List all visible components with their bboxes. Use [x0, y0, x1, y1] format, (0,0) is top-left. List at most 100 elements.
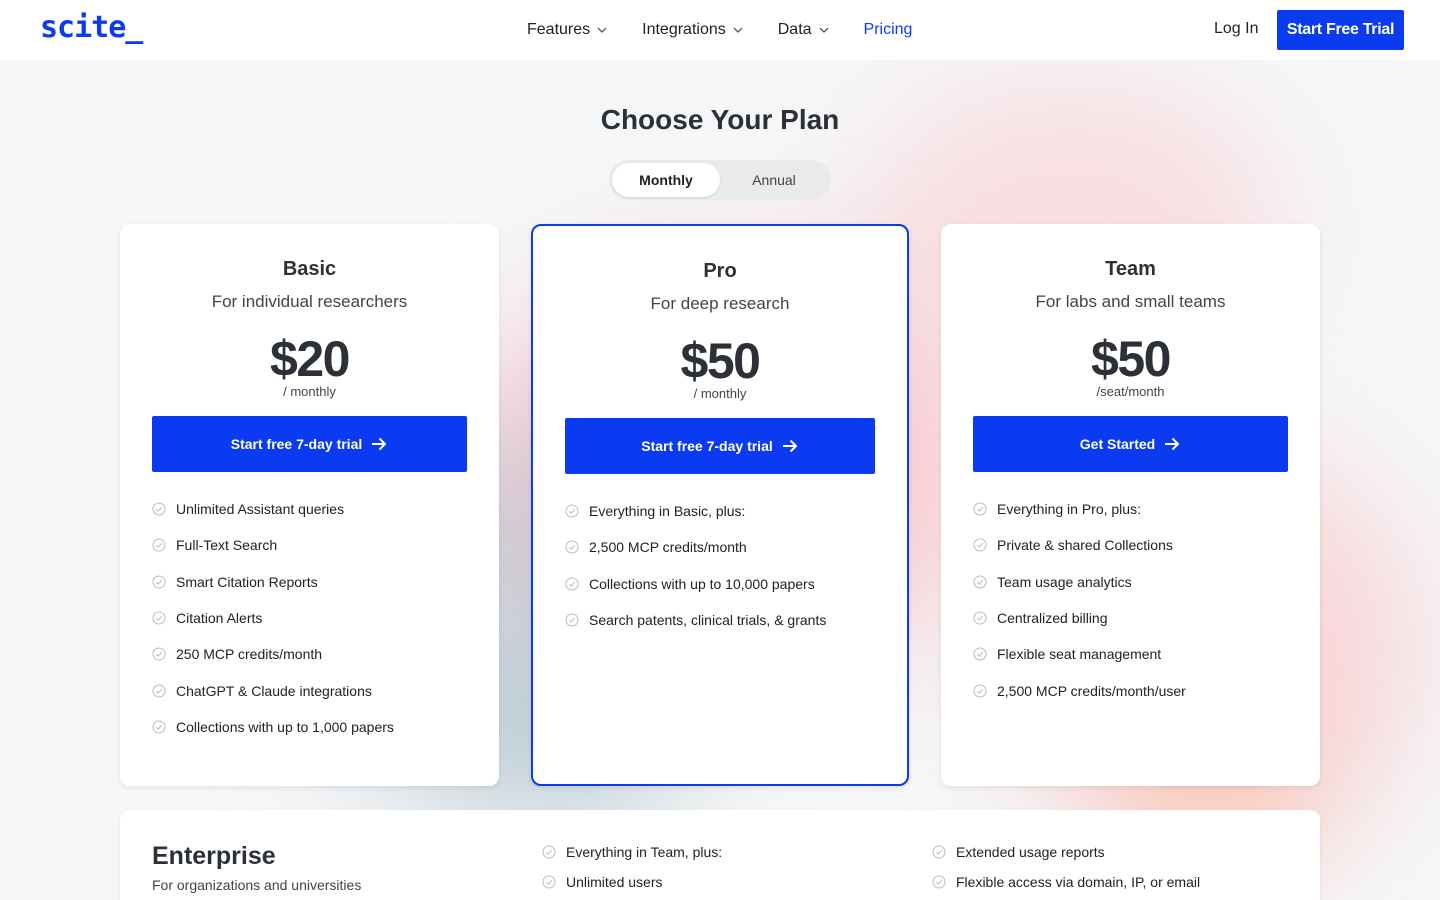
plan-name: Pro: [703, 260, 737, 282]
feature-label: Everything in Basic, plus:: [589, 503, 746, 520]
feature-item: Unlimited Assistant queries: [152, 491, 394, 527]
feature-label: Collections with up to 1,000 papers: [176, 718, 394, 735]
check-circle-icon: [973, 502, 987, 516]
check-circle-icon: [565, 613, 579, 627]
plan-subtitle: For deep research: [650, 294, 790, 313]
check-circle-icon: [565, 540, 579, 554]
arrow-right-icon: [372, 437, 387, 451]
feature-label: 250 MCP credits/month: [176, 646, 323, 663]
check-circle-icon: [152, 647, 166, 661]
plan-price: $50: [1091, 331, 1171, 387]
feature-item: 250 MCP credits/month: [152, 636, 394, 672]
nav-data[interactable]: Data: [778, 21, 830, 39]
check-circle-icon: [932, 875, 946, 889]
feature-label: Team usage analytics: [997, 573, 1132, 590]
check-circle-icon: [565, 504, 579, 518]
feature-item: Smart Citation Reports: [152, 564, 394, 600]
feature-label: Collections with up to 10,000 papers: [589, 575, 815, 592]
check-circle-icon: [932, 845, 946, 859]
plan-name: Enterprise: [152, 842, 276, 870]
feature-label: Unlimited Assistant queries: [176, 501, 345, 518]
main-nav: Features Integrations Data Pricing: [527, 0, 946, 60]
feature-list: Extended usage reports Flexible access vi…: [932, 837, 1200, 897]
check-circle-icon: [152, 502, 166, 516]
nav-pricing-label: Pricing: [863, 21, 913, 38]
feature-label: Full-Text Search: [176, 537, 278, 554]
check-circle-icon: [152, 720, 166, 734]
feature-label: Flexible access via domain, IP, or email: [956, 874, 1201, 890]
feature-item: Full-Text Search: [152, 527, 394, 563]
cta-label: Get Started: [1079, 436, 1156, 452]
check-circle-icon: [152, 575, 166, 589]
plan-subtitle: For labs and small teams: [1035, 292, 1226, 311]
feature-list: Everything in Team, plus: Unlimited users: [542, 837, 722, 897]
check-circle-icon: [565, 577, 579, 591]
cta-label: Start free 7-day trial: [641, 438, 773, 454]
billing-annual-option[interactable]: Annual: [720, 163, 828, 197]
billing-toggle: Monthly Annual: [609, 160, 831, 200]
feature-label: ChatGPT & Claude integrations: [176, 682, 372, 699]
nav-integrations-label: Integrations: [642, 21, 726, 38]
feature-label: 2,500 MCP credits/month: [589, 539, 747, 556]
chevron-down-icon: [733, 27, 743, 33]
plan-price: $20: [270, 331, 350, 387]
feature-list: Unlimited Assistant queries Full-Text Sea…: [152, 491, 394, 745]
check-circle-icon: [152, 684, 166, 698]
feature-label: Everything in Pro, plus:: [997, 501, 1141, 518]
plan-subtitle: For organizations and universities: [152, 877, 362, 893]
plan-period: / monthly: [283, 384, 336, 399]
nav-features[interactable]: Features: [527, 21, 608, 39]
login-link[interactable]: Log In: [1214, 20, 1258, 38]
check-circle-icon: [542, 845, 556, 859]
feature-label: Extended usage reports: [956, 844, 1105, 860]
team-get-started-button[interactable]: Get Started: [973, 416, 1288, 472]
feature-label: Flexible seat management: [997, 646, 1162, 663]
check-circle-icon: [973, 575, 987, 589]
feature-item: Citation Alerts: [152, 600, 394, 636]
feature-label: Centralized billing: [997, 610, 1108, 627]
nav-features-label: Features: [527, 21, 591, 38]
plan-period: / monthly: [693, 386, 747, 401]
plan-card-enterprise: Enterprise For organizations and univers…: [120, 810, 1320, 900]
chevron-down-icon: [819, 27, 828, 33]
arrow-right-icon: [1165, 437, 1180, 451]
check-circle-icon: [973, 684, 987, 698]
scite-logo[interactable]: scite_: [40, 10, 143, 45]
check-circle-icon: [973, 647, 987, 661]
feature-label: Search patents, clinical trials, & grant…: [589, 612, 827, 629]
feature-label: Unlimited users: [566, 874, 663, 890]
feature-item: 2,500 MCP credits/month/user: [973, 672, 1186, 708]
check-circle-icon: [542, 875, 556, 889]
plan-card-team: Team For labs and small teams $50 /seat/…: [941, 224, 1320, 786]
plan-name: Team: [1105, 258, 1156, 280]
feature-item: Collections with up to 1,000 papers: [152, 709, 394, 745]
feature-item: Everything in Basic, plus:: [565, 493, 826, 529]
feature-item: 2,500 MCP credits/month: [565, 529, 826, 565]
feature-item: Flexible seat management: [973, 636, 1186, 672]
plan-subtitle: For individual researchers: [211, 292, 408, 311]
feature-item: Team usage analytics: [973, 564, 1186, 600]
check-circle-icon: [152, 538, 166, 552]
site-header: scite_ Features Integrations Data Pricin…: [0, 0, 1440, 60]
feature-item: Collections with up to 10,000 papers: [565, 566, 826, 602]
arrow-right-icon: [782, 439, 798, 453]
nav-data-label: Data: [777, 21, 812, 38]
basic-trial-button[interactable]: Start free 7-day trial: [152, 416, 467, 472]
plan-price: $50: [680, 333, 761, 389]
start-free-trial-button[interactable]: Start Free Trial: [1277, 10, 1404, 50]
cta-label: Start free 7-day trial: [230, 436, 363, 452]
check-circle-icon: [973, 611, 987, 625]
plan-card-basic: Basic For individual researchers $20 / m…: [120, 224, 499, 786]
feature-item: Everything in Team, plus:: [542, 837, 722, 867]
feature-label: Citation Alerts: [176, 610, 263, 627]
nav-integrations[interactable]: Integrations: [642, 21, 744, 39]
feature-item: Flexible access via domain, IP, or email: [932, 867, 1200, 897]
nav-pricing[interactable]: Pricing: [864, 21, 913, 39]
pro-trial-button[interactable]: Start free 7-day trial: [565, 418, 875, 474]
feature-list: Everything in Pro, plus: Private & shared…: [973, 491, 1186, 709]
feature-label: Smart Citation Reports: [176, 573, 318, 590]
feature-label: Private & shared Collections: [997, 537, 1173, 554]
feature-item: Extended usage reports: [932, 837, 1200, 867]
billing-monthly-option[interactable]: Monthly: [612, 163, 720, 197]
feature-item: Search patents, clinical trials, & grant…: [565, 602, 826, 638]
